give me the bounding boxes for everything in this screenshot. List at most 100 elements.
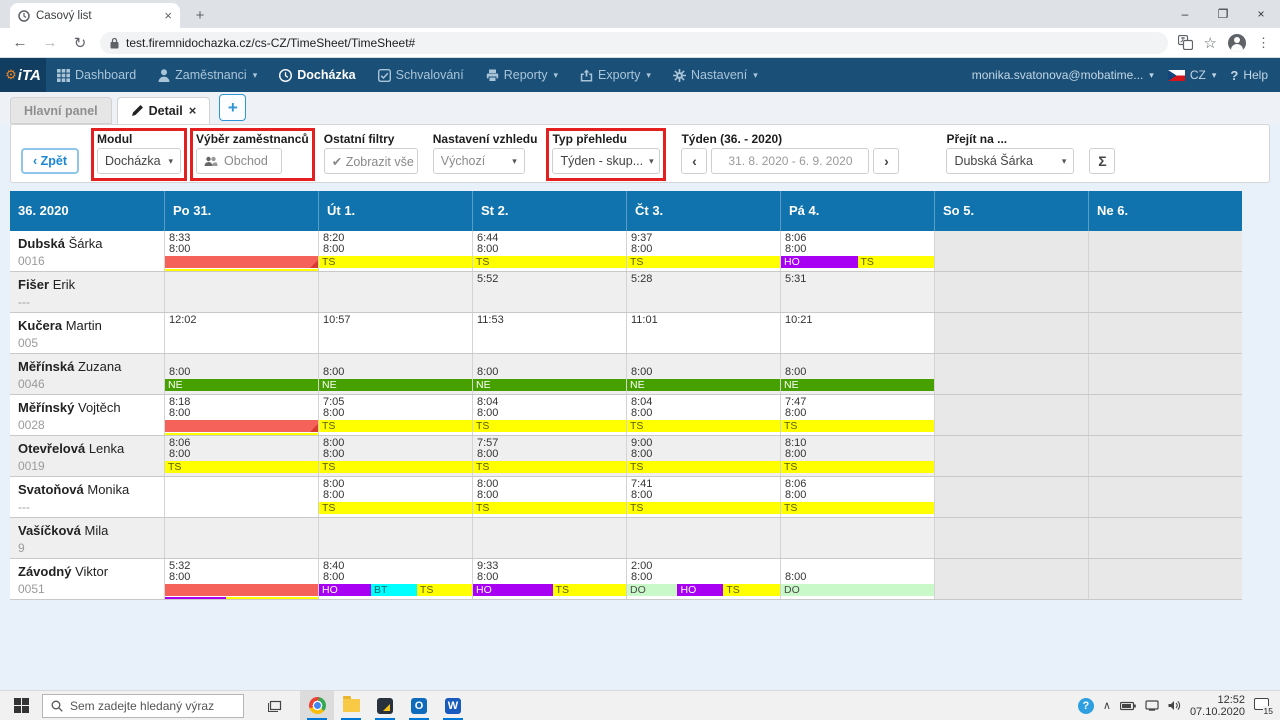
day-cell[interactable]: 9:338:00HOTS xyxy=(472,559,626,599)
day-cell[interactable]: 8:008:00TS xyxy=(318,436,472,476)
day-cell[interactable] xyxy=(164,477,318,517)
day-cell[interactable] xyxy=(934,354,1088,394)
overview-type-select[interactable]: Týden - skup... ▾ xyxy=(552,148,660,174)
sum-button[interactable]: Σ xyxy=(1089,148,1115,174)
tab-close-icon[interactable]: × xyxy=(189,103,197,118)
employee-name-cell[interactable]: Otevřelová Lenka0019 xyxy=(10,436,164,476)
day-cell[interactable]: 8:068:00TS xyxy=(164,436,318,476)
employee-name-cell[interactable]: Měřínská Zuzana0046 xyxy=(10,354,164,394)
day-cell[interactable]: 8:008:00TS xyxy=(472,477,626,517)
nav-item-zamestnanci[interactable]: Zaměstnanci▾ xyxy=(147,58,268,92)
day-cell[interactable]: 11:53 xyxy=(472,313,626,353)
day-cell[interactable]: 8:108:00TS xyxy=(780,436,934,476)
day-cell[interactable]: 8:00NE xyxy=(626,354,780,394)
day-cell[interactable]: 9:008:00TS xyxy=(626,436,780,476)
day-cell[interactable] xyxy=(934,231,1088,271)
day-cell[interactable] xyxy=(1088,354,1242,394)
nav-item-dashboard[interactable]: Dashboard xyxy=(46,58,147,92)
nav-item-exporty[interactable]: Exporty▾ xyxy=(569,58,662,92)
week-range[interactable]: 31. 8. 2020 - 6. 9. 2020 xyxy=(711,148,869,174)
employee-name-cell[interactable]: Kučera Martin005 xyxy=(10,313,164,353)
taskbar-notes-app-button[interactable] xyxy=(368,691,402,720)
day-cell[interactable] xyxy=(934,395,1088,435)
tab-detail[interactable]: Detail × xyxy=(117,97,211,124)
day-cell[interactable] xyxy=(1088,272,1242,312)
day-cell[interactable] xyxy=(1088,559,1242,599)
back-button[interactable]: ← xyxy=(10,34,30,51)
day-cell[interactable]: 5:328:00HOTS xyxy=(164,559,318,599)
day-cell[interactable]: 8:008:00TS xyxy=(318,477,472,517)
day-cell[interactable]: 7:578:00TS xyxy=(472,436,626,476)
help-link[interactable]: ? Help xyxy=(1230,68,1268,83)
show-all-button[interactable]: ✔ Zobrazit vše xyxy=(324,148,418,174)
day-cell[interactable] xyxy=(934,436,1088,476)
day-cell[interactable]: 8:048:00TS xyxy=(626,395,780,435)
window-maximize-button[interactable]: ❐ xyxy=(1204,0,1242,28)
day-cell[interactable]: 2:008:00DOHOTS xyxy=(626,559,780,599)
day-cell[interactable] xyxy=(626,518,780,558)
day-cell[interactable]: 8:068:00HOTS xyxy=(780,231,934,271)
day-cell[interactable] xyxy=(1088,518,1242,558)
window-close-button[interactable]: × xyxy=(1242,0,1280,28)
tray-expand-icon[interactable]: ∧ xyxy=(1103,699,1111,712)
start-button[interactable] xyxy=(0,691,42,720)
taskbar-chrome-button[interactable] xyxy=(300,691,334,720)
day-cell[interactable] xyxy=(1088,313,1242,353)
day-cell[interactable]: 6:448:00TS xyxy=(472,231,626,271)
new-tab-button[interactable]: + xyxy=(188,7,212,24)
language-selector[interactable]: CZ ▾ xyxy=(1168,68,1217,82)
nav-item-nastaveni[interactable]: Nastavení▾ xyxy=(662,58,769,92)
day-cell[interactable]: 5:31 xyxy=(780,272,934,312)
day-cell[interactable]: 7:058:00TS xyxy=(318,395,472,435)
employee-name-cell[interactable]: Dubská Šárka0016 xyxy=(10,231,164,271)
employee-name-cell[interactable]: Závodný Viktor0051 xyxy=(10,559,164,599)
day-cell[interactable]: 8:188:00TS xyxy=(164,395,318,435)
profile-avatar[interactable] xyxy=(1228,34,1246,52)
day-cell[interactable] xyxy=(934,477,1088,517)
nav-item-dochazka[interactable]: Docházka xyxy=(268,58,366,92)
employee-name-cell[interactable]: Svatoňová Monika--- xyxy=(10,477,164,517)
address-bar[interactable]: test.firemnidochazka.cz/cs-CZ/TimeSheet/… xyxy=(100,32,1168,54)
day-cell[interactable] xyxy=(1088,395,1242,435)
day-cell[interactable]: 8:208:00TS xyxy=(318,231,472,271)
taskbar-clock[interactable]: 12:52 07.10.2020 xyxy=(1190,694,1245,718)
day-cell[interactable]: 12:02 xyxy=(164,313,318,353)
day-cell[interactable]: 8:00NE xyxy=(780,354,934,394)
day-cell[interactable]: 7:418:00TS xyxy=(626,477,780,517)
browser-menu-icon[interactable]: ⋮ xyxy=(1257,35,1270,51)
tab-close-icon[interactable]: × xyxy=(164,8,172,23)
window-minimize-button[interactable]: – xyxy=(1166,0,1204,28)
speaker-icon[interactable] xyxy=(1168,700,1181,711)
day-cell[interactable] xyxy=(780,518,934,558)
day-cell[interactable]: 8:338:00TS xyxy=(164,231,318,271)
network-icon[interactable] xyxy=(1145,700,1159,711)
day-cell[interactable] xyxy=(164,518,318,558)
day-cell[interactable] xyxy=(164,272,318,312)
day-cell[interactable] xyxy=(318,272,472,312)
employee-name-cell[interactable]: Vašíčková Mila9 xyxy=(10,518,164,558)
day-cell[interactable]: 10:21 xyxy=(780,313,934,353)
day-cell[interactable]: 7:478:00TS xyxy=(780,395,934,435)
taskbar-explorer-button[interactable] xyxy=(334,691,368,720)
user-menu[interactable]: monika.svatonova@mobatime... ▾ xyxy=(972,68,1154,82)
reload-button[interactable]: ↻ xyxy=(70,34,90,52)
day-cell[interactable]: 8:00NE xyxy=(472,354,626,394)
nav-item-schvalovani[interactable]: Schvalování xyxy=(367,58,475,92)
day-cell[interactable]: 8:00DO xyxy=(780,559,934,599)
day-cell[interactable] xyxy=(1088,231,1242,271)
day-cell[interactable]: 11:01 xyxy=(626,313,780,353)
add-tab-button[interactable]: + xyxy=(219,94,246,121)
browser-tab[interactable]: Časový list × xyxy=(10,3,180,28)
day-cell[interactable]: 5:52 xyxy=(472,272,626,312)
bookmark-star-icon[interactable]: ☆ xyxy=(1204,34,1217,52)
day-cell[interactable] xyxy=(1088,436,1242,476)
taskbar-search-input[interactable]: Sem zadejte hledaný výraz xyxy=(42,694,244,718)
day-cell[interactable]: 8:048:00TS xyxy=(472,395,626,435)
day-cell[interactable]: 9:378:00TS xyxy=(626,231,780,271)
day-cell[interactable] xyxy=(934,559,1088,599)
nav-item-reporty[interactable]: Reporty▾ xyxy=(475,58,569,92)
forward-button[interactable]: → xyxy=(40,34,60,51)
remote-support-tray-icon[interactable]: ? xyxy=(1078,698,1094,714)
next-week-button[interactable]: › xyxy=(873,148,899,174)
employee-name-cell[interactable]: Fišer Erik--- xyxy=(10,272,164,312)
